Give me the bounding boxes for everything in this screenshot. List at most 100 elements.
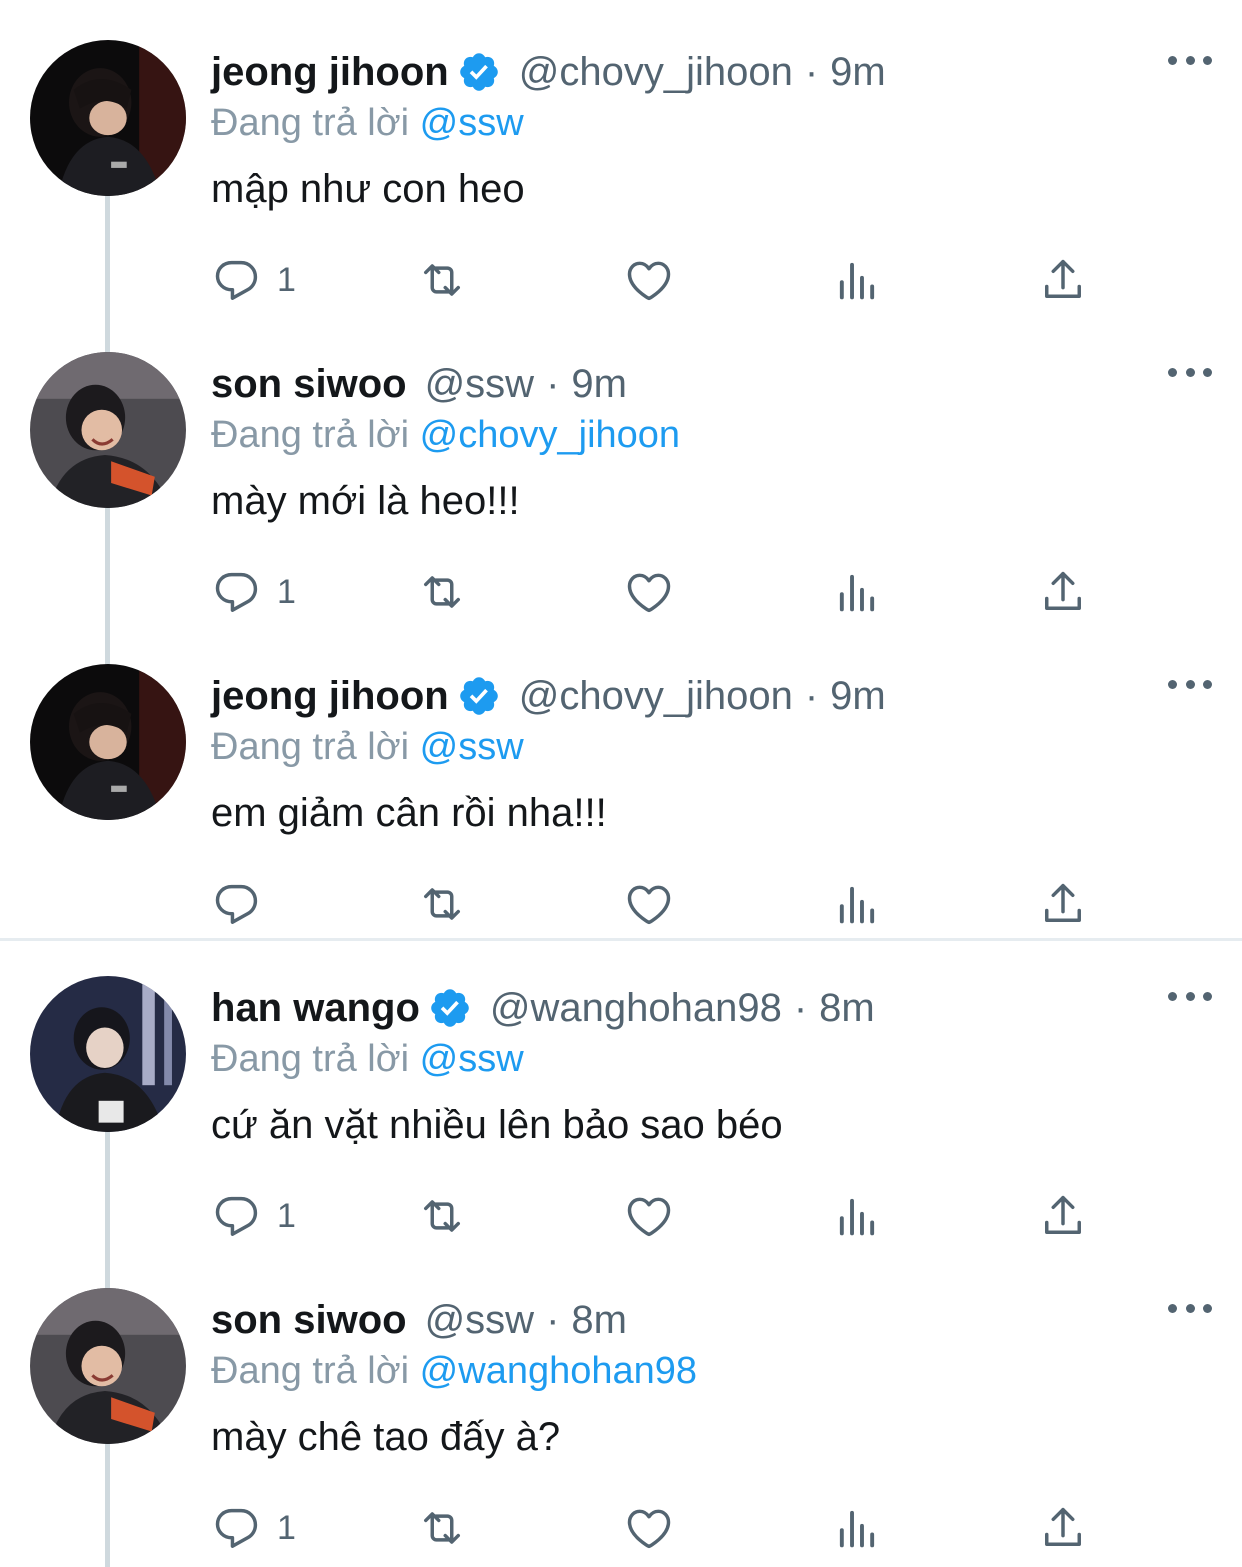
display-name[interactable]: jeong jihoon (211, 50, 449, 95)
separator-dot: · (804, 673, 819, 718)
replying-to-line: Đang trả lời @wanghohan98 (211, 1346, 1202, 1396)
tweet[interactable]: son siwoo @ssw · 8m Đang trả lời @wangho… (0, 1248, 1242, 1567)
like-button[interactable] (623, 1186, 675, 1246)
separator-dot: · (546, 361, 560, 406)
reply-thread-feed: jeong jihoon @chovy_jihoon · 9m Đang trả… (0, 0, 1242, 1567)
tweet-header: han wango @wanghohan98 · 8m (211, 980, 1202, 1036)
tweet-text: mày mới là heo!!! (211, 479, 520, 523)
timestamp[interactable]: 8m (819, 986, 875, 1031)
user-handle[interactable]: @chovy_jihoon (519, 674, 793, 719)
heart-icon (627, 573, 671, 613)
retweet-button[interactable] (416, 1186, 468, 1246)
share-button[interactable] (1037, 1498, 1089, 1558)
replying-to-line: Đang trả lời @ssw (211, 98, 1202, 148)
reply-count: 1 (277, 572, 296, 611)
tweet-text: cứ ăn vặt nhiều lên bảo sao béo (211, 1103, 783, 1147)
tweet[interactable]: jeong jihoon @chovy_jihoon · 9m Đang trả… (0, 0, 1242, 354)
timestamp[interactable]: 9m (830, 674, 886, 719)
tweet-actions (211, 874, 1111, 934)
reply-icon (215, 1508, 258, 1548)
tweet-header: son siwoo @ssw · 8m (211, 1292, 1202, 1348)
separator-dot: · (546, 1297, 560, 1342)
tweet-content: jeong jihoon @chovy_jihoon · 9m Đang trả… (211, 668, 1202, 838)
like-button[interactable] (623, 250, 675, 310)
separator-dot: · (793, 985, 808, 1030)
more-options-icon[interactable] (1168, 50, 1212, 70)
like-button[interactable] (623, 562, 675, 622)
tweet-header: son siwoo @ssw · 9m (211, 356, 1202, 412)
analytics-icon (839, 1510, 875, 1548)
more-options-icon[interactable] (1168, 362, 1212, 382)
replying-to-label: Đang trả lời (211, 1038, 410, 1080)
more-options-icon[interactable] (1168, 674, 1212, 694)
heart-icon (627, 885, 671, 925)
analytics-icon (839, 262, 875, 300)
user-handle[interactable]: @wanghohan98 (490, 986, 782, 1031)
replying-to-mention[interactable]: @wanghohan98 (420, 1350, 697, 1392)
tweet-actions: 1 (211, 250, 1111, 310)
timestamp[interactable]: 9m (571, 362, 627, 407)
tweet-header: jeong jihoon @chovy_jihoon · 9m (211, 44, 1202, 100)
like-button[interactable] (623, 874, 675, 934)
avatar-jeong-jihoon[interactable] (30, 664, 186, 820)
more-options-icon[interactable] (1168, 1298, 1212, 1318)
reply-button[interactable]: 1 (211, 1186, 296, 1246)
reply-button[interactable]: 1 (211, 250, 296, 310)
avatar-son-siwoo[interactable] (30, 352, 186, 508)
tweet-content: son siwoo @ssw · 8m Đang trả lời @wangho… (211, 1292, 1202, 1462)
timestamp[interactable]: 8m (571, 1298, 627, 1343)
share-icon (1045, 1507, 1081, 1546)
avatar-han-wango[interactable] (30, 976, 186, 1132)
share-button[interactable] (1037, 1186, 1089, 1246)
replying-to-mention[interactable]: @chovy_jihoon (420, 414, 680, 456)
reply-button[interactable]: 1 (211, 1498, 296, 1558)
heart-icon (627, 261, 671, 301)
analytics-button[interactable] (831, 1186, 883, 1246)
replying-to-mention[interactable]: @ssw (420, 102, 524, 144)
reply-icon (215, 884, 258, 924)
display-name[interactable]: son siwoo (211, 362, 407, 407)
more-options-icon[interactable] (1168, 986, 1212, 1006)
replying-to-line: Đang trả lời @ssw (211, 1034, 1202, 1084)
replying-to-label: Đang trả lời (211, 1350, 410, 1392)
verified-badge-icon (431, 989, 469, 1027)
tweet[interactable]: son siwoo @ssw · 9m Đang trả lời @chovy_… (0, 312, 1242, 666)
analytics-button[interactable] (831, 250, 883, 310)
tweet-actions: 1 (211, 562, 1111, 622)
analytics-button[interactable] (831, 874, 883, 934)
reply-button[interactable]: 1 (211, 562, 296, 622)
reply-count: 1 (277, 1196, 296, 1235)
retweet-button[interactable] (416, 250, 468, 310)
like-button[interactable] (623, 1498, 675, 1558)
retweet-button[interactable] (416, 1498, 468, 1558)
share-icon (1045, 883, 1081, 922)
retweet-button[interactable] (416, 562, 468, 622)
display-name[interactable]: son siwoo (211, 1298, 407, 1343)
replying-to-mention[interactable]: @ssw (420, 1038, 524, 1080)
display-name[interactable]: han wango (211, 986, 420, 1031)
verified-badge-icon (459, 53, 498, 91)
tweet-header: jeong jihoon @chovy_jihoon · 9m (211, 668, 1202, 724)
reply-button[interactable] (211, 874, 277, 934)
user-handle[interactable]: @ssw (425, 362, 535, 407)
share-button[interactable] (1037, 562, 1089, 622)
avatar-jeong-jihoon[interactable] (30, 40, 186, 196)
tweet[interactable]: jeong jihoon @chovy_jihoon · 9m Đang trả… (0, 624, 1242, 936)
user-handle[interactable]: @ssw (425, 1298, 535, 1343)
timestamp[interactable]: 9m (830, 50, 886, 95)
analytics-button[interactable] (831, 562, 883, 622)
reply-count: 1 (277, 260, 296, 299)
tweet[interactable]: han wango @wanghohan98 · 8m Đang trả lời… (0, 936, 1242, 1290)
tweet-content: han wango @wanghohan98 · 8m Đang trả lời… (211, 980, 1202, 1150)
replying-to-mention[interactable]: @ssw (420, 726, 524, 768)
tweet-content: son siwoo @ssw · 9m Đang trả lời @chovy_… (211, 356, 1202, 526)
analytics-button[interactable] (831, 1498, 883, 1558)
replying-to-line: Đang trả lời @ssw (211, 722, 1202, 772)
retweet-button[interactable] (416, 874, 468, 934)
thread-connector-line (105, 1444, 110, 1567)
avatar-son-siwoo[interactable] (30, 1288, 186, 1444)
display-name[interactable]: jeong jihoon (211, 674, 449, 719)
user-handle[interactable]: @chovy_jihoon (519, 50, 793, 95)
share-button[interactable] (1037, 874, 1089, 934)
share-button[interactable] (1037, 250, 1089, 310)
